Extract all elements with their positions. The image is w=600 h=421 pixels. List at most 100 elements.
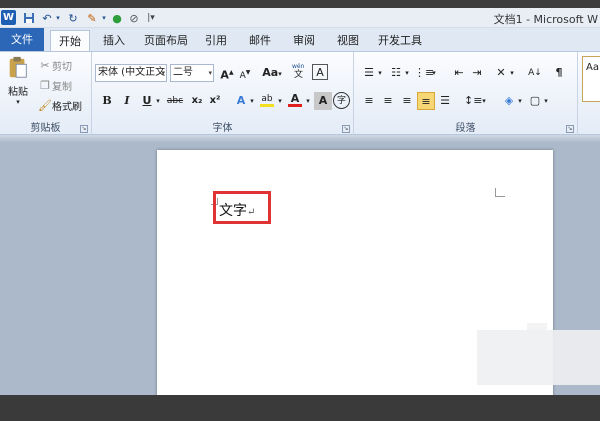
- bullets-dropdown-icon[interactable]: ▾: [376, 64, 384, 82]
- superscript-button[interactable]: x²: [206, 92, 224, 110]
- highlight-glyph: ab: [261, 94, 273, 104]
- font-size-box[interactable]: 二号 ▾: [170, 64, 214, 82]
- ribbon: 粘贴 ▾ ✂ 剪切 ❐ 复制 🖌 格式刷 剪贴板 ↘ 宋体 (中文正文 ▾ 二号…: [0, 51, 600, 136]
- redo-icon[interactable]: ↻: [66, 10, 80, 26]
- undo-dropdown-icon[interactable]: ▾: [54, 10, 62, 26]
- change-case-glyph: Aa: [262, 66, 279, 79]
- paste-dropdown-icon[interactable]: ▾: [16, 98, 20, 106]
- line-spacing-dropdown-icon[interactable]: ▾: [480, 92, 488, 110]
- customize-icon[interactable]: |▾: [146, 10, 156, 26]
- align-center-icon[interactable]: ≡: [379, 92, 397, 110]
- tab-references[interactable]: 引用: [200, 30, 232, 51]
- format-painter-button[interactable]: 🖌 格式刷: [38, 98, 82, 113]
- highlight-box: [213, 191, 271, 224]
- title-bar: W ↶ ▾ ↻ ✎ ▾ ● ⊘ |▾ 文档1 - Microsoft W: [0, 8, 600, 28]
- font-color-dropdown-icon[interactable]: ▾: [304, 92, 312, 110]
- underline-dropdown-icon[interactable]: ▾: [154, 92, 162, 110]
- paste-label: 粘贴: [8, 87, 28, 98]
- bold-button[interactable]: B: [98, 92, 116, 110]
- watermark-blur: [477, 330, 600, 385]
- tab-developer[interactable]: 开发工具: [374, 30, 426, 51]
- paste-button[interactable]: 粘贴 ▾: [4, 56, 32, 106]
- font-launcher-icon[interactable]: ↘: [342, 125, 350, 133]
- subscript-button[interactable]: x₂: [188, 92, 206, 110]
- brush-icon: 🖌: [38, 99, 52, 112]
- tool-dropdown-icon[interactable]: ▾: [100, 10, 108, 26]
- style-gallery-preview[interactable]: Aa: [582, 56, 600, 102]
- highlight-dropdown-icon[interactable]: ▾: [276, 92, 284, 110]
- scissors-icon: ✂: [40, 59, 50, 72]
- grow-font-button[interactable]: A▲: [218, 64, 236, 82]
- paragraph-launcher-icon[interactable]: ↘: [566, 125, 574, 133]
- undo-icon[interactable]: ↶: [40, 10, 54, 26]
- font-name-box[interactable]: 宋体 (中文正文 ▾: [95, 64, 167, 82]
- font-group: 宋体 (中文正文 ▾ 二号 ▾ A▲ A▼ Aa▾ wén 文 A B I U ▾…: [92, 52, 354, 136]
- strikethrough-button[interactable]: abc: [164, 92, 186, 110]
- borders-dropdown-icon[interactable]: ▾: [542, 92, 550, 110]
- highlight-button[interactable]: ab: [258, 90, 276, 108]
- cut-button[interactable]: ✂ 剪切: [38, 58, 72, 73]
- copy-button[interactable]: ❐ 复制: [38, 78, 72, 93]
- font-name-dropdown-icon[interactable]: ▾: [161, 65, 165, 81]
- window-title: 文档1 - Microsoft W: [493, 13, 598, 26]
- font-color-button[interactable]: A: [286, 90, 304, 108]
- distributed-icon[interactable]: ☰: [436, 92, 454, 110]
- font-size-value: 二号: [173, 67, 193, 78]
- pinyin-guide-icon[interactable]: wén 文: [290, 62, 308, 80]
- strike-circle-icon[interactable]: ⊘: [127, 10, 141, 26]
- decrease-indent-icon[interactable]: ⇤: [450, 64, 468, 82]
- justify-icon[interactable]: ≡: [417, 92, 435, 110]
- top-dark-band: [0, 0, 600, 8]
- align-left-icon[interactable]: ≡: [360, 92, 378, 110]
- align-right-icon[interactable]: ≡: [398, 92, 416, 110]
- ribbon-divider: [0, 135, 600, 143]
- char-shading-button[interactable]: A: [314, 92, 332, 110]
- margin-corner-top-right: [495, 188, 505, 197]
- increase-indent-icon[interactable]: ⇥: [468, 64, 486, 82]
- font-group-label: 字体: [212, 123, 233, 134]
- chinese-layout-dropdown-icon[interactable]: ▾: [508, 64, 516, 82]
- svg-text:文: 文: [294, 68, 303, 78]
- clipboard-group-label: 剪贴板: [30, 123, 61, 134]
- paragraph-group-label: 段落: [455, 123, 476, 134]
- cut-label: 剪切: [52, 62, 72, 73]
- shrink-font-button[interactable]: A▼: [236, 64, 254, 82]
- tab-mailings[interactable]: 邮件: [244, 30, 276, 51]
- sort-icon[interactable]: A↓: [526, 64, 544, 82]
- paragraph-group: ☰ ▾ ☷ ▾ ⋮≡ ▾ ⇤ ⇥ ✕ ▾ A↓ ¶ ≡ ≡ ≡ ≡ ☰ ↕≡ ▾…: [354, 52, 578, 136]
- copy-icon: ❐: [40, 79, 50, 92]
- multilevel-dropdown-icon[interactable]: ▾: [430, 64, 438, 82]
- custom-tool-icon[interactable]: ✎: [84, 10, 100, 26]
- char-border-glyph: A: [316, 66, 324, 79]
- tab-home[interactable]: 开始: [50, 30, 90, 52]
- text-effect-dropdown-icon[interactable]: ▾: [248, 92, 256, 110]
- font-color-bar: [288, 104, 302, 107]
- highlight-color-bar: [260, 104, 274, 107]
- change-case-button[interactable]: Aa▾: [260, 64, 284, 82]
- show-marks-icon[interactable]: ¶: [550, 64, 568, 82]
- clipboard-group: 粘贴 ▾ ✂ 剪切 ❐ 复制 🖌 格式刷 剪贴板 ↘: [0, 52, 92, 136]
- save-icon[interactable]: [22, 10, 36, 26]
- tab-insert[interactable]: 插入: [98, 30, 130, 51]
- copy-label: 复制: [52, 82, 72, 93]
- tab-file[interactable]: 文件: [0, 28, 44, 51]
- font-name-value: 宋体 (中文正文: [98, 67, 166, 78]
- tab-review[interactable]: 审阅: [288, 30, 320, 51]
- enclose-char-button[interactable]: 字: [333, 92, 350, 109]
- format-painter-label: 格式刷: [52, 102, 82, 113]
- font-size-dropdown-icon[interactable]: ▾: [208, 65, 212, 81]
- word-logo-icon[interactable]: W: [1, 10, 16, 25]
- tab-view[interactable]: 视图: [332, 30, 364, 51]
- shading-dropdown-icon[interactable]: ▾: [516, 92, 524, 110]
- color-circle-icon[interactable]: ●: [110, 10, 124, 26]
- bottom-dark-band: [0, 395, 600, 421]
- italic-button[interactable]: I: [118, 92, 136, 110]
- ribbon-tabs: 文件 开始 插入 页面布局 引用 邮件 审阅 视图 开发工具: [0, 28, 600, 52]
- grow-font-glyph: A: [220, 68, 229, 82]
- numbering-dropdown-icon[interactable]: ▾: [403, 64, 411, 82]
- char-border-button[interactable]: A: [312, 64, 328, 80]
- paste-icon: [9, 56, 27, 78]
- svg-text:wén: wén: [292, 63, 305, 70]
- tab-page-layout[interactable]: 页面布局: [140, 30, 192, 51]
- clipboard-launcher-icon[interactable]: ↘: [80, 125, 88, 133]
